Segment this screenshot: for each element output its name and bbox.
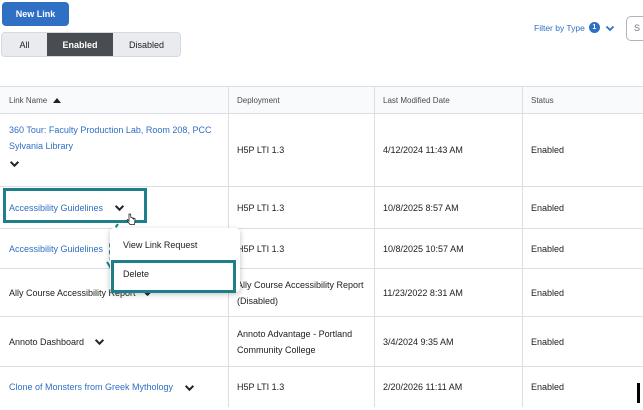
status-value: Enabled bbox=[531, 145, 565, 155]
status-value: Enabled bbox=[531, 336, 565, 347]
segment-all[interactable]: All bbox=[2, 33, 47, 56]
hand-cursor-icon bbox=[126, 213, 136, 225]
table-row: Annoto Dashboard Annoto Advantage - Port… bbox=[0, 317, 643, 367]
filter-count-badge: 1 bbox=[588, 22, 600, 33]
column-header-link-name-label: Link Name bbox=[9, 95, 48, 105]
new-link-button[interactable]: New Link bbox=[2, 2, 69, 26]
segment-enabled[interactable]: Enabled bbox=[47, 33, 113, 56]
deployment-value: H5P LTI 1.3 bbox=[237, 145, 285, 155]
search-input[interactable]: S bbox=[626, 16, 643, 41]
link-name[interactable]: Accessibility Guidelines bbox=[9, 241, 103, 257]
table-header-row: Link Name Deployment Last Modified Date … bbox=[0, 86, 643, 114]
column-header-modified-label: Last Modified Date bbox=[383, 95, 450, 105]
chevron-down-icon[interactable] bbox=[184, 382, 195, 393]
deployment-value: H5P LTI 1.3 bbox=[237, 202, 285, 213]
deployment-value: H5P LTI 1.3 bbox=[237, 382, 285, 392]
status-value: Enabled bbox=[531, 382, 565, 392]
link-name-cell: 360 Tour: Faculty Production Lab, Room 2… bbox=[0, 114, 228, 186]
modified-date-value: 10/8/2025 10:57 AM bbox=[383, 243, 464, 254]
filter-by-type-label: Filter by Type bbox=[534, 22, 585, 33]
deployment-value: Ally Course Accessibility Report (Disabl… bbox=[237, 279, 364, 306]
modified-date-value: 11/23/2022 8:31 AM bbox=[383, 287, 463, 298]
link-name-cell: Annoto Dashboard bbox=[0, 317, 228, 366]
status-value: Enabled bbox=[531, 243, 565, 254]
link-name[interactable]: Annoto Dashboard bbox=[9, 334, 84, 350]
column-header-deployment: Deployment bbox=[228, 87, 374, 113]
link-name-cell: Clone of Monsters from Greek Mythology bbox=[0, 367, 228, 407]
chevron-down-icon bbox=[605, 25, 615, 31]
table-row: Accessibility Guidelines H5P LTI 1.3 10/… bbox=[0, 229, 643, 269]
delete-highlight-annotation bbox=[111, 260, 236, 293]
modified-date-value: 10/8/2025 8:57 AM bbox=[383, 202, 459, 213]
status-value: Enabled bbox=[531, 287, 565, 298]
sort-ascending-icon bbox=[53, 97, 62, 103]
chevron-down-icon[interactable] bbox=[9, 158, 20, 169]
table-row: Ally Course Accessibility Report Ally Co… bbox=[0, 269, 643, 317]
column-header-status: Status bbox=[522, 87, 643, 113]
column-header-status-label: Status bbox=[531, 95, 554, 105]
modified-date-value: 4/12/2024 11:43 AM bbox=[383, 145, 463, 155]
menu-item-view-link-request[interactable]: View Link Request bbox=[123, 240, 197, 250]
modified-date-value: 3/4/2024 9:35 AM bbox=[383, 336, 454, 347]
column-header-link-name[interactable]: Link Name bbox=[0, 87, 228, 113]
deployment-value: H5P LTI 1.3 bbox=[237, 243, 285, 254]
filter-by-type-dropdown[interactable]: Filter by Type 1 bbox=[534, 22, 615, 33]
link-name[interactable]: Clone of Monsters from Greek Mythology bbox=[9, 379, 173, 395]
column-header-modified: Last Modified Date bbox=[374, 87, 522, 113]
table-row: 360 Tour: Faculty Production Lab, Room 2… bbox=[0, 114, 643, 187]
deployment-value: Annoto Advantage - Portland Community Co… bbox=[237, 328, 353, 355]
table-row: Clone of Monsters from Greek Mythology H… bbox=[0, 367, 643, 407]
chevron-down-icon[interactable] bbox=[94, 336, 105, 347]
status-filter-segmented-control: All Enabled Disabled bbox=[1, 32, 181, 57]
status-value: Enabled bbox=[531, 202, 565, 213]
window-edge bbox=[637, 383, 640, 403]
link-name[interactable]: 360 Tour: Faculty Production Lab, Room 2… bbox=[9, 122, 224, 154]
segment-disabled[interactable]: Disabled bbox=[113, 33, 180, 56]
column-header-deployment-label: Deployment bbox=[237, 95, 280, 105]
modified-date-value: 2/20/2026 11:11 AM bbox=[383, 382, 463, 392]
